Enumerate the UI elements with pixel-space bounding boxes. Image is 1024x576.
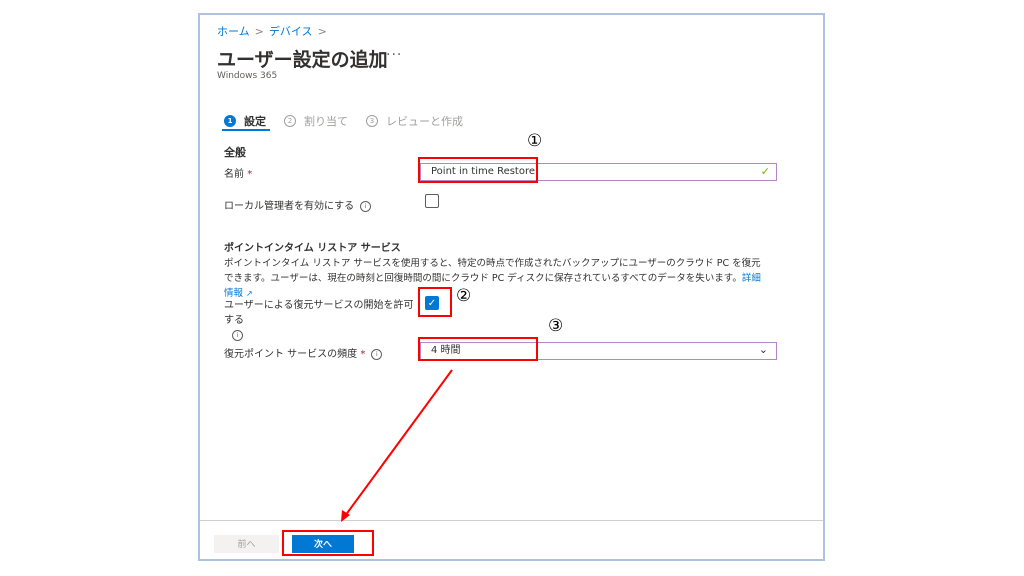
arrow-line <box>344 369 453 517</box>
annotation-arrow <box>341 369 453 522</box>
